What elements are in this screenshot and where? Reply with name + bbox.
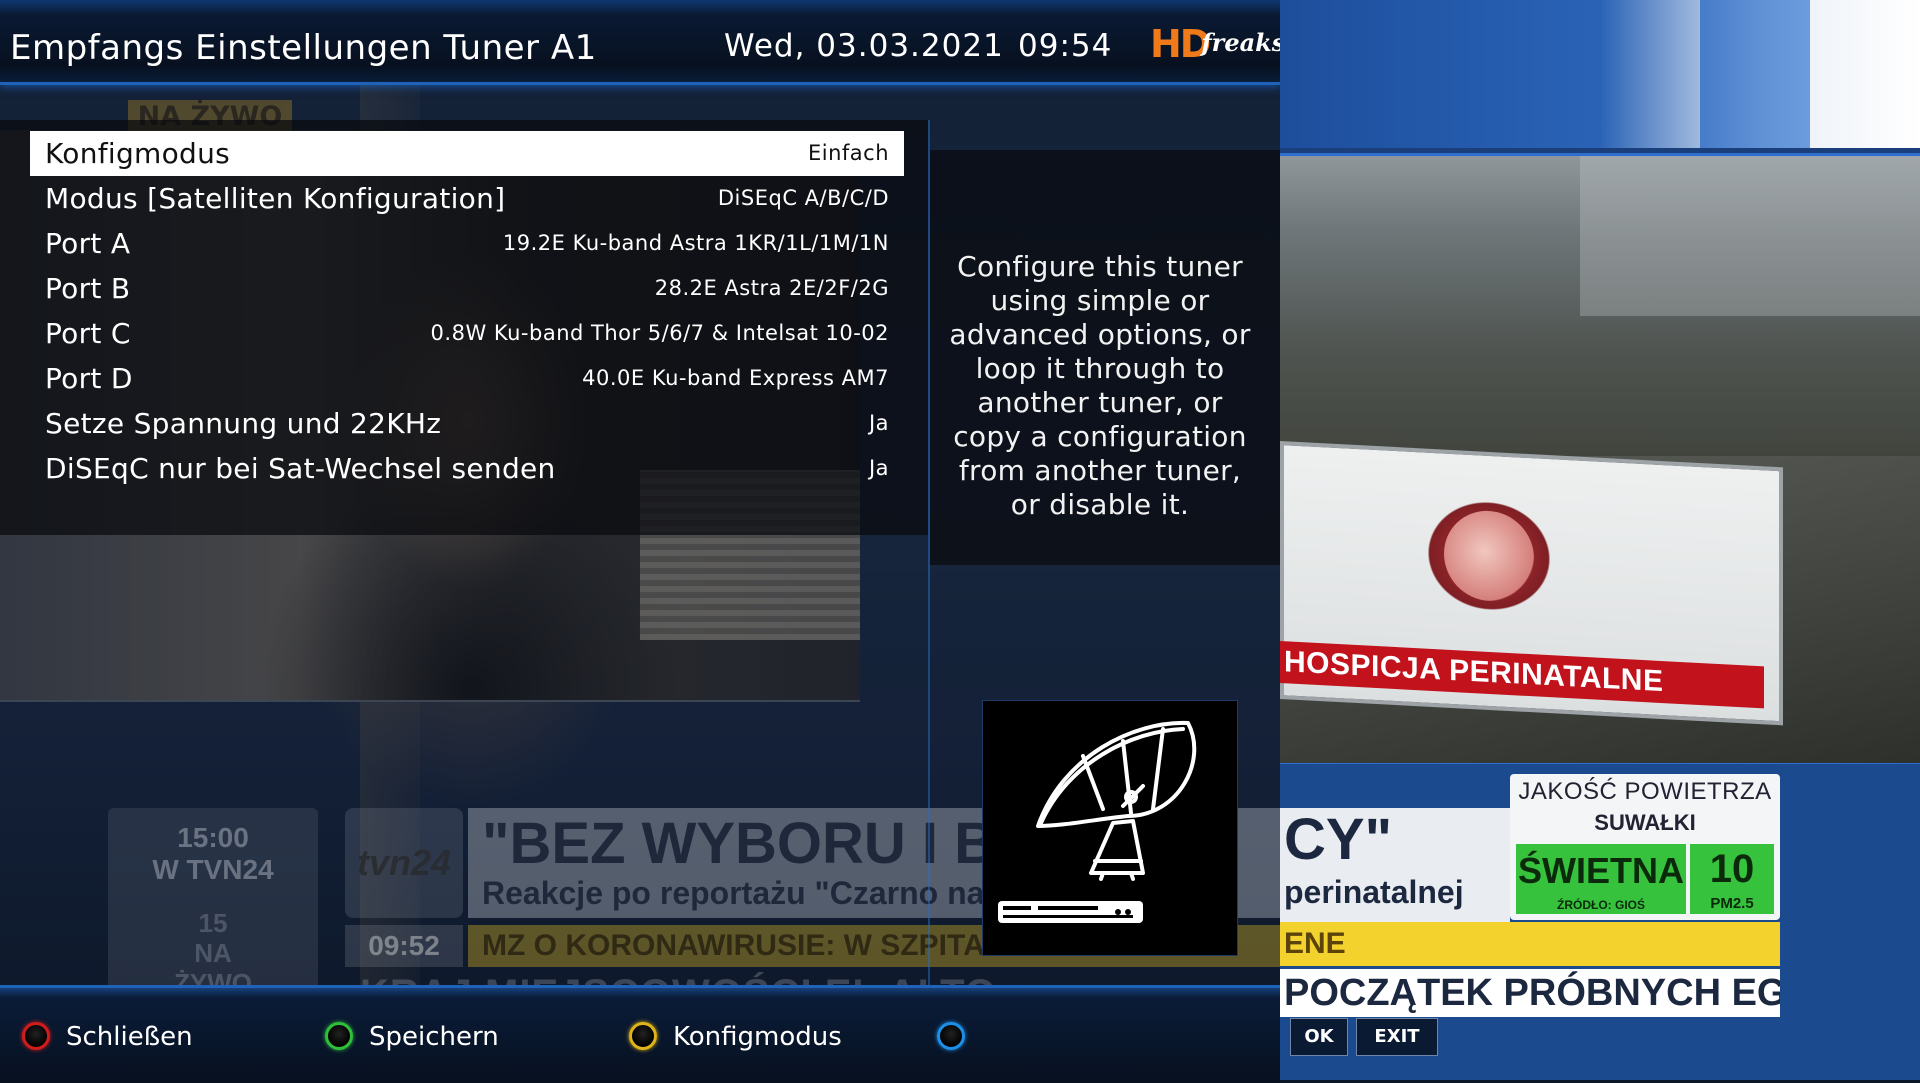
setting-port-c[interactable]: Port C 0.8W Ku-band Thor 5/6/7 & Intelsa… — [30, 311, 904, 356]
setting-diseqc-on-change[interactable]: DiSEqC nur bei Sat-Wechsel senden Ja — [30, 446, 904, 491]
setting-label: Setze Spannung und 22KHz — [45, 407, 442, 440]
green-key-label: Speichern — [369, 1022, 499, 1052]
ok-key[interactable]: OK — [1290, 1018, 1348, 1056]
setting-description: Configure this tuner using simple or adv… — [949, 250, 1251, 521]
setting-voltage-22khz[interactable]: Setze Spannung und 22KHz Ja — [30, 401, 904, 446]
header-bar: Empfangs Einstellungen Tuner A1 Wed, 03.… — [0, 0, 1285, 85]
setting-modus[interactable]: Modus [Satelliten Konfiguration] DiSEqC … — [30, 176, 904, 221]
setting-label: Port D — [45, 362, 133, 395]
setting-value: 19.2E Ku-band Astra 1KR/1L/1M/1N — [502, 231, 889, 255]
setting-value: Ja — [868, 411, 889, 435]
header-time: 09:54 — [1018, 28, 1113, 64]
pip-building — [1580, 156, 1920, 316]
air-quality-status: ŚWIETNA ŹRÓDŁO: GIOŚ — [1516, 844, 1686, 914]
pip-headline: CY" perinatalnej — [1280, 808, 1510, 926]
red-key-label: Schließen — [66, 1022, 193, 1052]
green-key-icon — [325, 1022, 353, 1050]
pip-headline-tail: CY" — [1284, 808, 1393, 872]
settings-list: Konfigmodus Einfach Modus [Satelliten Ko… — [30, 131, 904, 491]
setting-label: Port C — [45, 317, 131, 350]
air-quality-widget: JAKOŚĆ POWIETRZA SUWAŁKI ŚWIETNA ŹRÓDŁO:… — [1510, 774, 1780, 920]
pip-vertical-panel — [1700, 0, 1810, 148]
setting-value: 0.8W Ku-band Thor 5/6/7 & Intelsat 10-02 — [430, 321, 889, 345]
setting-label: Modus [Satelliten Konfiguration] — [45, 182, 506, 215]
air-quality-number: 10 — [1709, 847, 1755, 891]
blue-key-icon — [937, 1022, 965, 1050]
satellite-dish-icon — [998, 720, 1197, 923]
setting-port-d[interactable]: Port D 40.0E Ku-band Express AM7 — [30, 356, 904, 401]
billboard-banner: HOSPICJA PERINATALNE — [1280, 641, 1764, 709]
header-date: Wed, 03.03.2021 — [724, 28, 1004, 64]
yellow-key-label: Konfigmodus — [673, 1022, 842, 1052]
setting-value: Einfach — [807, 141, 889, 165]
pip-subline-tail: perinatalnej — [1284, 874, 1464, 910]
setting-port-a[interactable]: Port A 19.2E Ku-band Astra 1KR/1L/1M/1N — [30, 221, 904, 266]
air-quality-title: JAKOŚĆ POWIETRZA — [1518, 778, 1772, 805]
billboard-heart-image — [1394, 470, 1584, 641]
pip-bottom-crawl: POCZĄTEK PRÓBNYCH EGZAMI — [1280, 969, 1780, 1017]
setting-konfigmodus[interactable]: Konfigmodus Einfach — [30, 131, 904, 176]
billboard: HOSPICJA PERINATALNE — [1280, 441, 1783, 726]
setting-value: 40.0E Ku-band Express AM7 — [582, 366, 889, 390]
pip-top-strip — [1280, 0, 1920, 148]
setting-label: DiSEqC nur bei Sat-Wechsel senden — [45, 452, 556, 485]
air-quality-value: 10 PM2.5 — [1690, 844, 1774, 914]
billboard-baby-image — [1444, 508, 1534, 604]
setting-value: 28.2E Astra 2E/2F/2G — [654, 276, 889, 300]
live-tv-preview: HOSPICJA PERINATALNE — [1280, 153, 1920, 766]
hdfreaks-logo: HDfreaks — [1150, 22, 1286, 66]
setting-port-b[interactable]: Port B 28.2E Astra 2E/2F/2G — [30, 266, 904, 311]
pip-ticker: ENE — [1280, 922, 1780, 966]
setting-label: Konfigmodus — [45, 137, 231, 170]
yellow-key-icon — [629, 1022, 657, 1050]
satellite-dish-receiver-icon — [982, 700, 1238, 956]
air-quality-unit: PM2.5 — [1710, 895, 1754, 912]
panel-divider — [928, 120, 930, 1000]
setting-value: DiSEqC A/B/C/D — [717, 186, 889, 210]
air-quality-status-text: ŚWIETNA — [1518, 850, 1684, 891]
air-quality-city: SUWAŁKI — [1594, 810, 1696, 835]
setting-label: Port B — [45, 272, 131, 305]
exit-key[interactable]: EXIT — [1356, 1018, 1438, 1056]
page-title: Empfangs Einstellungen Tuner A1 — [10, 28, 597, 68]
setting-value: Ja — [868, 456, 889, 480]
setting-label: Port A — [45, 227, 131, 260]
air-quality-source: ŹRÓDŁO: GIOŚ — [1557, 898, 1645, 912]
logo-freaks-text: freaks — [1201, 28, 1286, 57]
red-key-icon — [22, 1022, 50, 1050]
